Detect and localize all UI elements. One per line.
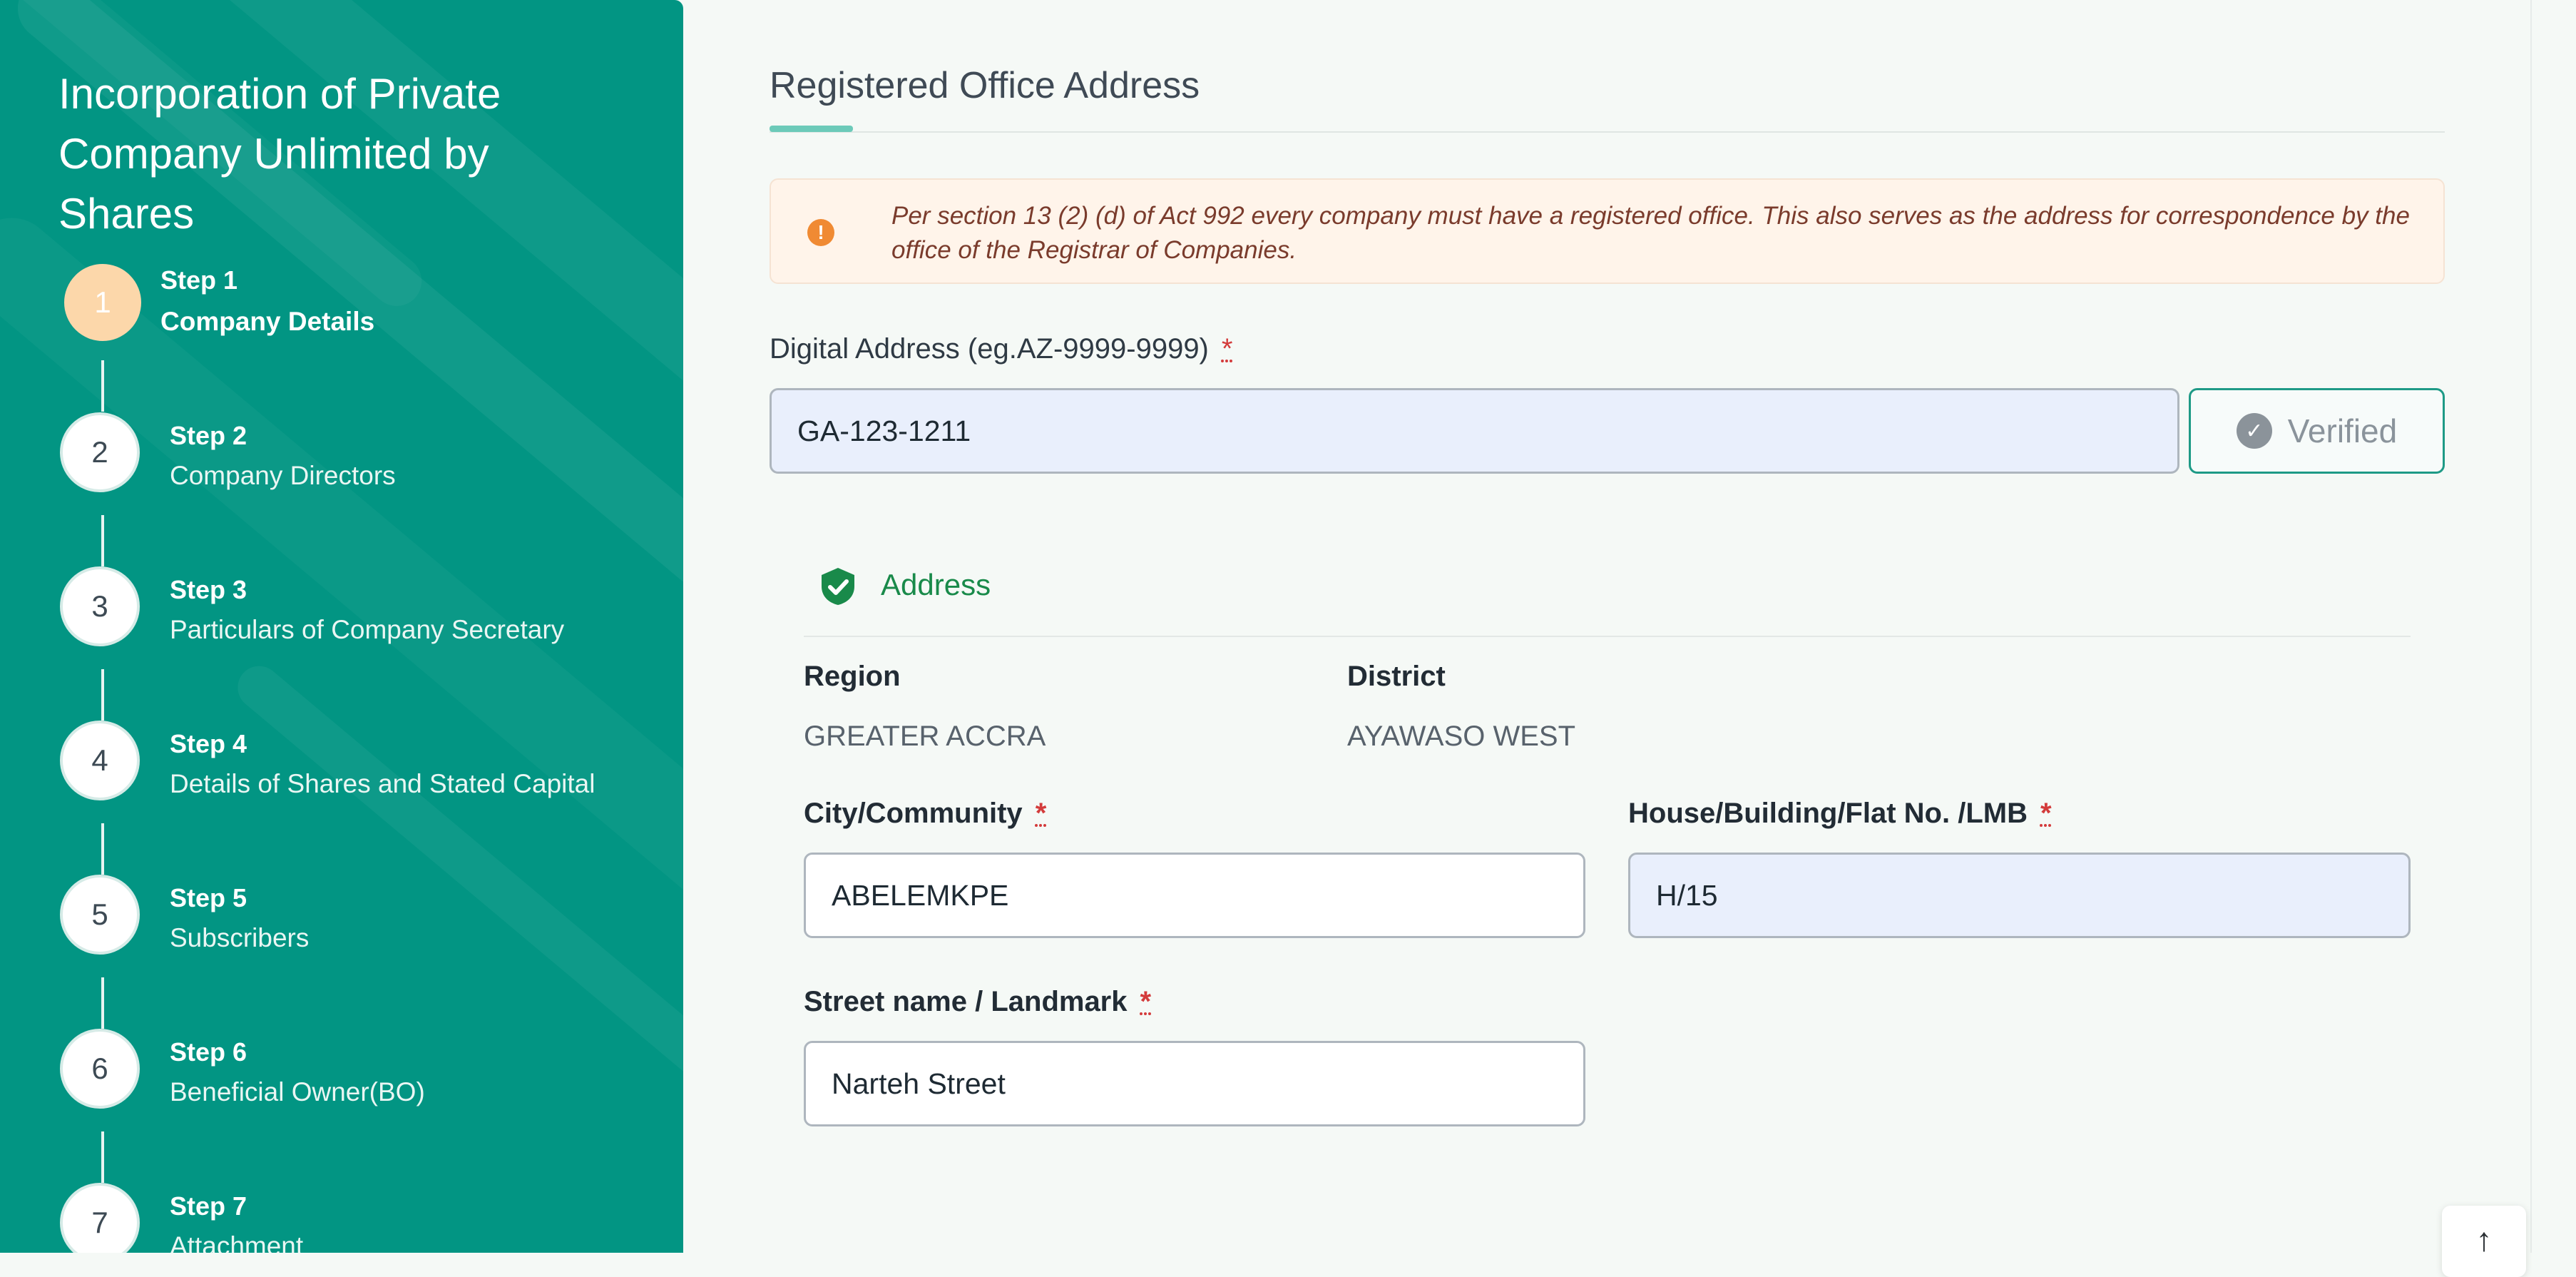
address-divider — [804, 636, 2411, 637]
exclamation-circle-icon: ! — [807, 219, 834, 246]
house-label: House/Building/Flat No. /LMB * — [1628, 798, 2052, 830]
city-input[interactable]: ABELEMKPE — [804, 853, 1585, 938]
verified-button-label: Verified — [2287, 412, 2398, 449]
step-label: Step 6 — [170, 1037, 247, 1067]
district-value: AYAWASO WEST — [1347, 721, 1576, 752]
section-title: Registered Office Address — [770, 65, 1200, 106]
city-value: ABELEMKPE — [832, 878, 1009, 912]
step-name: Attachment — [170, 1231, 304, 1253]
scroll-to-top-button[interactable]: ↑ — [2442, 1206, 2526, 1277]
step-label: Step 2 — [170, 421, 247, 450]
step-shares-capital[interactable]: 4 Step 4 Details of Shares and Stated Ca… — [0, 721, 683, 863]
region-value: GREATER ACCRA — [804, 721, 1046, 752]
region-label: Region — [804, 661, 901, 692]
step-name: Company Details — [160, 307, 375, 336]
street-label: Street name / Landmark * — [804, 986, 1151, 1018]
check-circle-icon: ✓ — [2236, 413, 2272, 449]
step-company-details[interactable]: 1 Step 1 Company Details — [0, 264, 683, 407]
digital-address-input[interactable]: GA-123-1211 — [770, 388, 2179, 474]
notice-text: Per section 13 (2) (d) of Act 992 every … — [891, 202, 2410, 264]
section-title-accent — [770, 126, 853, 132]
city-label-text: City/Community — [804, 798, 1023, 829]
step-number-circle: 3 — [60, 566, 140, 646]
section-title-divider — [770, 131, 2445, 133]
step-number-circle: 7 — [60, 1183, 140, 1253]
shield-check-icon — [822, 568, 854, 605]
step-attachment[interactable]: 7 Step 7 Attachment — [0, 1183, 683, 1253]
street-label-text: Street name / Landmark — [804, 986, 1128, 1017]
step-number-circle: 6 — [60, 1029, 140, 1109]
required-mark: * — [1140, 986, 1152, 1017]
arrow-up-icon: ↑ — [2475, 1221, 2493, 1258]
step-number-circle: 2 — [60, 412, 140, 492]
step-number-circle: 1 — [64, 264, 141, 341]
required-mark: * — [2040, 798, 2052, 829]
step-company-directors[interactable]: 2 Step 2 Company Directors — [0, 412, 683, 555]
required-mark: * — [1035, 798, 1047, 829]
step-name: Particulars of Company Secretary — [170, 615, 565, 644]
street-value: Narteh Street — [832, 1067, 1006, 1100]
step-name: Beneficial Owner(BO) — [170, 1077, 425, 1106]
step-beneficial-owner[interactable]: 6 Step 6 Beneficial Owner(BO) — [0, 1029, 683, 1171]
verified-button[interactable]: ✓ Verified — [2189, 388, 2445, 474]
street-input[interactable]: Narteh Street — [804, 1041, 1585, 1126]
step-label: Step 5 — [170, 883, 247, 912]
step-name: Company Directors — [170, 461, 396, 490]
step-company-secretary[interactable]: 3 Step 3 Particulars of Company Secretar… — [0, 566, 683, 709]
step-label: Step 3 — [170, 575, 247, 604]
required-mark: * — [1221, 333, 1233, 365]
step-name: Subscribers — [170, 923, 310, 952]
sidebar-title: Incorporation of Private Company Unlimit… — [58, 70, 501, 238]
step-number-circle: 5 — [60, 875, 140, 955]
city-label: City/Community * — [804, 798, 1046, 830]
step-number-circle: 4 — [60, 721, 140, 800]
step-name: Details of Shares and Stated Capital — [170, 769, 596, 798]
house-number-value: H/15 — [1656, 878, 1718, 912]
registered-office-notice: ! Per section 13 (2) (d) of Act 992 ever… — [770, 178, 2445, 284]
wizard-sidebar: Incorporation of Private Company Unlimit… — [0, 0, 683, 1253]
house-number-input[interactable]: H/15 — [1628, 853, 2411, 938]
district-label: District — [1347, 661, 1446, 692]
content-edge — [2530, 0, 2532, 1253]
address-section-title: Address — [881, 568, 991, 601]
digital-address-label-text: Digital Address (eg.AZ-9999-9999) — [770, 333, 1209, 365]
step-label: Step 7 — [170, 1191, 247, 1221]
house-label-text: House/Building/Flat No. /LMB — [1628, 798, 2028, 829]
digital-address-value: GA-123-1211 — [797, 414, 971, 447]
step-label: Step 4 — [170, 729, 247, 758]
digital-address-label: Digital Address (eg.AZ-9999-9999) * — [770, 333, 1232, 365]
step-subscribers[interactable]: 5 Step 5 Subscribers — [0, 875, 683, 1017]
step-label: Step 1 — [160, 265, 238, 295]
